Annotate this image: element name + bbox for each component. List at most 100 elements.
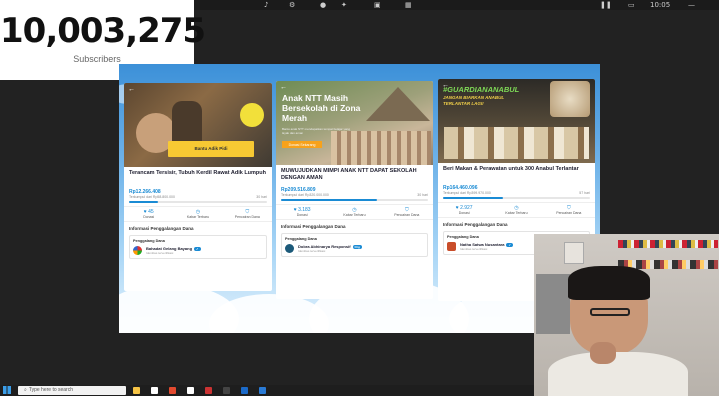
bell-icon[interactable]: ♪ [264, 1, 268, 9]
campaign-target-row: Terkumpul dari Rp58.800.000 30 hari [124, 195, 272, 199]
grid-icon[interactable]: ▦ [405, 1, 412, 9]
campaign-progress-fill [129, 201, 158, 203]
campaign-card[interactable]: ← Anak NTT Masih Bersekolah di Zona Mera… [276, 81, 433, 299]
settings-icon[interactable]: ⚙ [289, 1, 295, 9]
campaign-progress-fill [443, 197, 504, 199]
campaign-actions: ♥ 3.183 Donasi ◷ Kabar Terbaru ⛉ Pencairan … [276, 204, 433, 220]
news-button[interactable]: ◷ Kabar Terbaru [328, 205, 380, 219]
cat-photo [550, 81, 590, 117]
campaign-image: ← Bantu Adik Pidi [124, 83, 272, 167]
dogs-group [444, 127, 589, 159]
taskbar-search-input[interactable]: ⌕ Type here to search [18, 386, 126, 395]
search-icon: ⌕ [24, 387, 27, 393]
organizer-info: Natha Satwa Nusantara ✓ Identitas terveri… [460, 242, 513, 251]
donate-button[interactable]: ♥ 2.927 Donasi [438, 203, 490, 217]
hero-title: #GUARDIANANABUL [443, 85, 520, 94]
organizer-subtitle: Identitas terverifikasi [298, 249, 326, 253]
share-icon[interactable]: ✦ [341, 1, 347, 9]
organizer-subtitle: Identitas terverifikasi [460, 247, 488, 251]
news-button[interactable]: ◷ Kabar Terbaru [173, 207, 222, 221]
news-label: Kabar Terbaru [186, 215, 210, 219]
donate-button[interactable]: ♥ 45 Donasi [124, 207, 173, 221]
steam-icon[interactable] [241, 387, 248, 394]
organizer-logo-icon [133, 246, 142, 255]
campaign-actions: ♥ 45 Donasi ◷ Kabar Terbaru ⛉ Pencairan Dan… [124, 206, 272, 222]
students-group [331, 131, 431, 165]
pause-icon[interactable]: ❚❚ [600, 1, 612, 9]
campaign-progress [443, 197, 590, 199]
back-arrow-icon[interactable]: ← [280, 84, 287, 91]
organizer-label: Penggalang Dana [133, 239, 165, 243]
organizer-logo-icon [447, 242, 456, 251]
chrome-icon[interactable] [187, 387, 194, 394]
windows-start-icon[interactable] [3, 386, 11, 394]
organizer-row: Bahadat Gelang Bayang ✓ Identitas terveri… [133, 246, 263, 255]
campaign-banner: Bantu Adik Pidi [168, 141, 254, 157]
campaign-actions: ♥ 2.927 Donasi ◷ Kabar Terbaru ⛉ Pencairan … [438, 202, 595, 218]
file-explorer-icon[interactable] [133, 387, 140, 394]
organizer-logo-icon [285, 244, 294, 253]
campaign-days: 57 hari [579, 191, 590, 195]
record-app-icon[interactable] [205, 387, 212, 394]
donate-button[interactable]: ♥ 3.183 Donasi [276, 205, 328, 219]
campaign-target-row: Terkumpul dari Rp399.970.000 57 hari [438, 191, 595, 195]
disbursement-button[interactable]: ⛉ Pencairan Dana [543, 203, 595, 217]
hut-roof [366, 87, 430, 121]
disbursement-label: Pencairan Dana [556, 211, 582, 215]
campaign-target: Terkumpul dari Rp320.000.000 [281, 193, 329, 197]
info-title: Informasi Penggalangan Dana [281, 224, 346, 229]
organizer-info: Bahadat Gelang Bayang ✓ Identitas terveri… [146, 246, 201, 255]
campaign-progress [129, 201, 267, 203]
campaign-days: 30 hari [256, 195, 267, 199]
verified-badge: ✓ [506, 243, 513, 247]
organizer-label: Penggalang Dana [285, 237, 317, 241]
streamer-hair [568, 266, 650, 300]
campaign-title[interactable]: MUWUJUDKAN MIMPI ANAK NTT DAPAT SEKOLAH … [276, 165, 433, 187]
app-icon[interactable] [169, 387, 176, 394]
donate-label: Donasi [458, 211, 470, 215]
search-placeholder: Type here to search [28, 387, 74, 393]
campaign-title[interactable]: Beri Makan & Perawatan untuk 300 Anabul … [438, 163, 595, 185]
organizer-box[interactable]: Penggalang Dana Bahadat Gelang Bayang ✓ I… [129, 235, 267, 259]
campaign-target: Terkumpul dari Rp58.800.000 [129, 195, 175, 199]
campaign-target: Terkumpul dari Rp399.970.000 [443, 191, 491, 195]
disbursement-label: Pencairan Dana [394, 213, 420, 217]
layout-icon[interactable]: ▭ [628, 1, 635, 9]
news-label: Kabar Terbaru [505, 211, 528, 215]
campaign-progress-fill [281, 199, 377, 201]
streamer-hand [590, 342, 616, 364]
subscriber-count: 10,003,275 [0, 11, 206, 51]
donate-label: Donasi [296, 213, 308, 217]
window-icon[interactable]: ▣ [374, 1, 381, 9]
campaign-image: ← #GUARDIANANABUL JANGAN BIARKAN ANABUL … [438, 79, 595, 163]
windows-logo [3, 386, 11, 394]
organizer-row: Dobra Abhinarya Responsif Org Identitas t… [285, 244, 424, 253]
glasses [590, 308, 630, 316]
disbursement-button[interactable]: ⛉ Pencairan Dana [223, 207, 272, 221]
campaign-target-row: Terkumpul dari Rp320.000.000 30 hari [276, 193, 433, 197]
active-window-icon[interactable] [259, 387, 266, 394]
fundraising-page: ← Bantu Adik Pidi Terancam Tersisir, Tub… [119, 64, 600, 333]
info-title: Informasi Penggalangan Dana [129, 226, 194, 231]
hero-donate-button[interactable]: Donasi Sekarang [282, 141, 322, 148]
campaign-title[interactable]: Terancam Tersisir, Tubuh Kerdil Rawat Ad… [124, 167, 272, 189]
browser-icon[interactable] [151, 387, 158, 394]
campaign-image: ← Anak NTT Masih Bersekolah di Zona Mera… [276, 81, 433, 165]
balloon [240, 103, 264, 127]
record-icon[interactable]: ● [320, 1, 326, 9]
hero-subtitle: Bantu anak NTT mendapatkan tempat belaja… [282, 127, 350, 135]
back-arrow-icon[interactable]: ← [128, 86, 135, 93]
organizer-box[interactable]: Penggalang Dana Dobra Abhinarya Responsi… [281, 233, 428, 257]
chair [536, 274, 570, 334]
hero-subtitle: JANGAN BIARKAN ANABUL TERLANTAR LAGI! [443, 95, 505, 106]
campaign-card[interactable]: ← Bantu Adik Pidi Terancam Tersisir, Tub… [124, 83, 272, 291]
clock-text: 10:05 [650, 1, 671, 9]
news-button[interactable]: ◷ Kabar Terbaru [490, 203, 542, 217]
minimize-icon[interactable]: — [688, 1, 695, 9]
disbursement-button[interactable]: ⛉ Pencairan Dana [381, 205, 433, 219]
obs-icon[interactable] [223, 387, 230, 394]
donate-label: Donasi [143, 215, 155, 219]
campaign-days: 30 hari [417, 193, 428, 197]
subscriber-label: Subscribers [73, 54, 121, 64]
verified-badge: Org [352, 245, 362, 249]
